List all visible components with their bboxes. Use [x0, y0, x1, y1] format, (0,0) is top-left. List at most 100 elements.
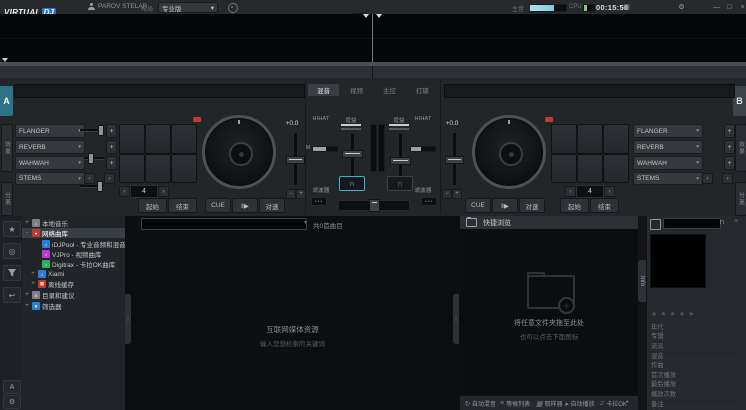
- window-minimize-button[interactable]: —: [711, 2, 722, 12]
- panel-splitter-handle[interactable]: ⋮: [453, 294, 459, 344]
- master-volume-meter[interactable]: [529, 4, 567, 12]
- tree-expander[interactable]: +: [30, 271, 36, 277]
- performance-pad[interactable]: [119, 124, 145, 154]
- panel-splitter-handle[interactable]: ⋮: [125, 294, 131, 344]
- fx-select[interactable]: FLANGER▾: [633, 124, 703, 138]
- fx-select[interactable]: WAHWAH▾: [633, 156, 703, 170]
- options-gear-icon[interactable]: ⚙: [3, 395, 21, 409]
- deck-a-stems-side-tab[interactable]: 分离: [1, 182, 13, 216]
- play-pause-button[interactable]: ‖▶: [492, 198, 518, 213]
- pitch-bend-plus-button[interactable]: +: [452, 189, 462, 199]
- tree-item-vjpro[interactable]: ♪ VJPro - 视频曲库: [22, 249, 125, 259]
- stems-prev-button[interactable]: ‹: [84, 173, 95, 184]
- stems-select[interactable]: STEMS▾: [15, 172, 85, 185]
- performance-pad[interactable]: [119, 154, 145, 183]
- tree-expander[interactable]: +: [24, 303, 30, 309]
- tree-item-xiami[interactable]: + ♪ Xiami: [22, 269, 125, 279]
- fx-select[interactable]: REVERB▾: [633, 140, 703, 154]
- tree-item-offline-cache[interactable]: + ▦ 离线缓存: [22, 279, 125, 289]
- sampler-button[interactable]: ▦取样器: [536, 399, 563, 408]
- loop-double-button[interactable]: ›: [604, 186, 615, 197]
- disc-history-icon[interactable]: ◎: [3, 243, 21, 259]
- fx-select[interactable]: REVERB▾: [15, 140, 85, 154]
- fx-add-button[interactable]: +: [724, 140, 735, 154]
- tree-item-catalog[interactable]: + ≡ 目录和建议: [22, 290, 125, 300]
- loop-in-button[interactable]: 起始: [138, 198, 167, 213]
- shortcut-drop-area[interactable]: + 将任意文件夹拖至此处 也可以点击下面图标: [460, 229, 638, 395]
- channel-2-fader-handle[interactable]: [390, 157, 411, 165]
- add-icon[interactable]: +: [734, 218, 738, 225]
- deck-a-pitch-handle[interactable]: [286, 156, 305, 164]
- layout-select[interactable]: 专业版 ▾: [158, 2, 218, 13]
- loop-out-button[interactable]: 结束: [590, 198, 619, 213]
- tree-item-digitrax[interactable]: ♪ Digitrax - 卡拉OK曲库: [22, 259, 125, 269]
- performance-pad[interactable]: [551, 154, 577, 183]
- deck-a-jog-wheel[interactable]: [202, 115, 276, 189]
- more-options-icon[interactable]: •: [626, 399, 630, 406]
- stems-next-button[interactable]: ›: [722, 173, 733, 184]
- deck-a-fx-side-tab[interactable]: 效果: [1, 124, 13, 172]
- sidelist-button[interactable]: ≡等候列表: [500, 399, 530, 408]
- automix-button[interactable]: ↻自动混音: [464, 399, 496, 408]
- channel-2-volume-fader[interactable]: [398, 133, 403, 177]
- loop-in-button[interactable]: 起始: [560, 198, 589, 213]
- prelisten-box-icon[interactable]: [650, 219, 661, 230]
- rhythm-waveform-display[interactable]: [0, 14, 746, 62]
- tree-expander[interactable]: +: [30, 281, 36, 287]
- fx-add-button[interactable]: +: [106, 140, 117, 154]
- tree-expander[interactable]: +: [24, 220, 30, 226]
- deck-b-pitch-handle[interactable]: [445, 156, 464, 164]
- fx-add-button[interactable]: +: [724, 156, 735, 170]
- window-close-button[interactable]: ×: [737, 2, 746, 12]
- performance-pad[interactable]: [577, 124, 603, 154]
- tree-expander[interactable]: +: [24, 292, 30, 298]
- search-input[interactable]: [141, 218, 307, 230]
- star-rating[interactable]: ★★★★★: [651, 310, 697, 318]
- performance-pad[interactable]: [171, 154, 197, 183]
- performance-pad[interactable]: [551, 124, 577, 154]
- favorites-star-icon[interactable]: ★: [3, 221, 21, 237]
- sync-button[interactable]: 对速: [519, 198, 545, 213]
- fx-add-button[interactable]: +: [724, 124, 735, 138]
- stems-select[interactable]: STEMS▾: [633, 172, 703, 185]
- loop-length-display[interactable]: 4: [130, 185, 158, 198]
- mixer-tab-mixer[interactable]: 混音: [308, 84, 339, 96]
- status-circle-icon[interactable]: [228, 3, 238, 13]
- mixer-tab-scratch[interactable]: 打碟: [407, 84, 438, 96]
- performance-pad[interactable]: [171, 124, 197, 154]
- play-pause-button[interactable]: ‖▶: [232, 198, 258, 213]
- mixer-tab-video[interactable]: 视频: [341, 84, 372, 96]
- mixer-tab-master[interactable]: 主控: [374, 84, 405, 96]
- back-arrow-icon[interactable]: ↩: [3, 287, 21, 303]
- loop-half-button[interactable]: ‹: [565, 186, 576, 197]
- deck-b-fx-side-tab[interactable]: 效果: [735, 124, 746, 172]
- fx-add-button[interactable]: +: [106, 124, 117, 138]
- fx-select[interactable]: FLANGER▾: [15, 124, 85, 138]
- crossfader-handle[interactable]: [369, 199, 380, 212]
- info-search-input[interactable]: [663, 218, 721, 229]
- performance-pad[interactable]: [145, 124, 171, 154]
- tree-item-online-library[interactable]: - ● 网络曲库: [22, 228, 125, 238]
- tree-item-filters[interactable]: + ▼ 筛选器: [22, 301, 125, 311]
- karaoke-button[interactable]: ♫卡拉OK: [599, 399, 627, 408]
- loop-length-display[interactable]: 4: [576, 185, 604, 198]
- deck-a-badge[interactable]: A: [0, 86, 13, 116]
- deck-b-stems-side-tab[interactable]: 分离: [735, 182, 746, 216]
- font-size-icon[interactable]: A: [3, 380, 21, 394]
- fx-drywet-slider[interactable]: [80, 124, 104, 136]
- user-account-button[interactable]: PAROV STELAR: [88, 3, 147, 10]
- loop-double-button[interactable]: ›: [158, 186, 169, 197]
- cue-button[interactable]: CUE: [205, 198, 231, 213]
- pitch-bend-minus-button[interactable]: −: [286, 189, 296, 199]
- tree-expander[interactable]: -: [24, 230, 30, 236]
- filter-funnel-icon[interactable]: [3, 265, 21, 281]
- stems-prev-button[interactable]: ‹: [702, 173, 713, 184]
- pitch-bend-minus-button[interactable]: −: [442, 189, 452, 199]
- fx-add-button[interactable]: +: [106, 156, 117, 170]
- deck-b-jog-wheel[interactable]: [472, 115, 546, 189]
- loop-half-button[interactable]: ‹: [119, 186, 130, 197]
- performance-pad[interactable]: [577, 154, 603, 183]
- fullscreen-icon[interactable]: ▣: [621, 2, 632, 12]
- cue-button[interactable]: CUE: [465, 198, 491, 213]
- search-options-chevron-icon[interactable]: ▾: [304, 220, 307, 226]
